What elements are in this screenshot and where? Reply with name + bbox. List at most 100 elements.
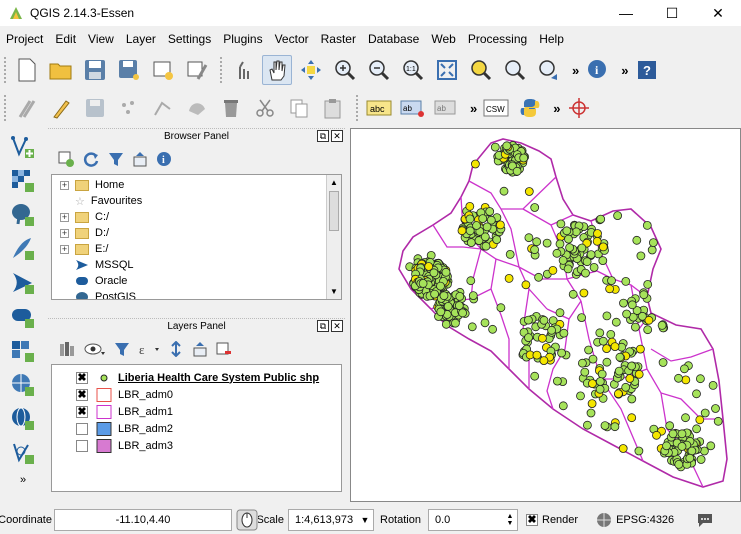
paste-features-button[interactable]	[318, 93, 348, 123]
layer-visibility-checkbox[interactable]	[76, 422, 88, 435]
menu-layer[interactable]: Layer	[120, 32, 162, 46]
expand-all-icon[interactable]	[168, 341, 184, 357]
label-tool-button[interactable]: abc	[364, 93, 394, 123]
toolbar-overflow-1[interactable]: »	[572, 63, 579, 78]
help-button[interactable]: ?	[632, 55, 662, 85]
composer-manager-button[interactable]	[182, 55, 212, 85]
zoom-last-button[interactable]	[534, 55, 564, 85]
delete-selected-button[interactable]	[216, 93, 246, 123]
identify-button[interactable]: i	[583, 55, 613, 85]
layer-visibility-checkbox[interactable]: ✖	[76, 388, 88, 401]
browser-item-oracle[interactable]: Oracle	[52, 273, 341, 289]
scroll-down-icon[interactable]: ▼	[327, 284, 341, 299]
save-edits-button[interactable]	[80, 93, 110, 123]
render-checkbox[interactable]: ✖	[526, 514, 538, 526]
browser-item-favourites[interactable]: ☆ Favourites	[52, 193, 341, 209]
toolbar-grip[interactable]	[356, 95, 360, 121]
toolbar-grip[interactable]	[4, 57, 8, 83]
menu-processing[interactable]: Processing	[462, 32, 533, 46]
float-panel-button[interactable]: ⧉	[317, 130, 329, 142]
browser-item-postgis[interactable]: PostGIS	[52, 289, 341, 299]
layer-row-health-care[interactable]: ✖ Liberia Health Care System Public shp	[52, 369, 341, 386]
zoom-full-button[interactable]	[432, 55, 462, 85]
zoom-native-button[interactable]: 1:1	[398, 55, 428, 85]
csw-button[interactable]: CSW	[481, 93, 511, 123]
expand-icon[interactable]: +	[60, 244, 69, 254]
menu-database[interactable]: Database	[362, 32, 425, 46]
toolbar-overflow-4[interactable]: »	[553, 101, 560, 116]
visibility-eye-icon[interactable]	[84, 341, 106, 357]
open-project-button[interactable]	[46, 55, 76, 85]
coordinate-field[interactable]: -11.10,4.40	[54, 509, 232, 531]
copy-features-button[interactable]	[284, 93, 314, 123]
browser-item-mssql[interactable]: MSSQL	[52, 257, 341, 273]
new-print-composer-button[interactable]	[148, 55, 178, 85]
menu-settings[interactable]: Settings	[162, 32, 217, 46]
node-tool-button[interactable]	[182, 93, 212, 123]
zoom-out-button[interactable]	[364, 55, 394, 85]
add-raster-layer-button[interactable]	[8, 166, 38, 196]
add-selected-layers-icon[interactable]	[58, 151, 74, 167]
collapse-all-icon[interactable]	[132, 151, 148, 167]
rotation-spinbox[interactable]: 0.0 ▲ ▼	[428, 509, 518, 531]
crs-globe-icon[interactable]	[596, 512, 612, 528]
pin-labels-button[interactable]: ab	[398, 93, 428, 123]
maximize-button[interactable]: ☐	[649, 0, 695, 26]
add-wcs-layer-button[interactable]	[8, 404, 38, 434]
filter-icon[interactable]	[108, 151, 124, 167]
scroll-up-icon[interactable]: ▲	[327, 175, 341, 190]
touch-zoom-button[interactable]	[228, 55, 258, 85]
menu-project[interactable]: Project	[0, 32, 49, 46]
browser-item-e-drive[interactable]: + E:/	[52, 241, 341, 257]
zoom-in-button[interactable]	[330, 55, 360, 85]
add-wms-layer-button[interactable]	[8, 370, 38, 400]
toggle-editing-button[interactable]	[46, 93, 76, 123]
toolbar-grip[interactable]	[220, 57, 224, 83]
map-canvas[interactable]	[350, 128, 741, 502]
layer-row-lbr-adm1[interactable]: ✖ LBR_adm1	[52, 403, 341, 420]
move-feature-button[interactable]	[148, 93, 178, 123]
layer-visibility-checkbox[interactable]: ✖	[76, 371, 88, 384]
add-oracle-layer-button[interactable]	[8, 302, 38, 332]
menu-edit[interactable]: Edit	[49, 32, 82, 46]
menu-plugins[interactable]: Plugins	[217, 32, 268, 46]
layer-row-lbr-adm3[interactable]: LBR_adm3	[52, 437, 341, 454]
add-db2-layer-button[interactable]	[8, 336, 38, 366]
save-as-button[interactable]	[114, 55, 144, 85]
pan-map-button[interactable]	[262, 55, 292, 85]
dropdown-arrow-icon[interactable]: ▼	[357, 515, 373, 525]
layer-row-lbr-adm0[interactable]: ✖ LBR_adm0	[52, 386, 341, 403]
crs-status[interactable]: EPSG:4326	[616, 514, 674, 526]
add-vector-layer-button[interactable]	[8, 132, 38, 162]
browser-item-home[interactable]: + Home	[52, 177, 341, 193]
filter-legend-icon[interactable]	[114, 341, 130, 357]
minimize-button[interactable]: —	[603, 0, 649, 26]
menu-view[interactable]: View	[82, 32, 120, 46]
add-spatialite-layer-button[interactable]	[8, 234, 38, 264]
current-edits-button[interactable]	[12, 93, 42, 123]
new-project-button[interactable]	[12, 55, 42, 85]
browser-scrollbar[interactable]: ▲ ▼	[326, 175, 341, 299]
filter-expression-icon[interactable]: ε	[138, 341, 160, 357]
layer-visibility-checkbox[interactable]: ✖	[76, 405, 88, 418]
close-panel-button[interactable]: ✕	[331, 130, 343, 142]
properties-info-icon[interactable]: i	[156, 151, 172, 167]
expand-icon[interactable]: +	[60, 180, 69, 190]
layer-visibility-checkbox[interactable]	[76, 439, 88, 452]
expand-icon[interactable]: +	[60, 228, 69, 238]
browser-item-c-drive[interactable]: + C:/	[52, 209, 341, 225]
show-hide-labels-button[interactable]: ab	[432, 93, 462, 123]
scale-combobox[interactable]: 1:4,613,973 ▼	[288, 509, 374, 531]
add-mssql-layer-button[interactable]	[8, 268, 38, 298]
zoom-to-selection-button[interactable]	[466, 55, 496, 85]
python-console-button[interactable]	[515, 93, 545, 123]
coordinate-capture-button[interactable]	[564, 93, 594, 123]
menu-web[interactable]: Web	[425, 32, 461, 46]
browser-item-d-drive[interactable]: + D:/	[52, 225, 341, 241]
menu-raster[interactable]: Raster	[315, 32, 362, 46]
refresh-icon[interactable]	[82, 150, 100, 168]
add-feature-button[interactable]	[114, 93, 144, 123]
remove-layer-icon[interactable]	[216, 341, 232, 357]
close-panel-button[interactable]: ✕	[331, 320, 343, 332]
close-button[interactable]: ✕	[695, 0, 741, 26]
